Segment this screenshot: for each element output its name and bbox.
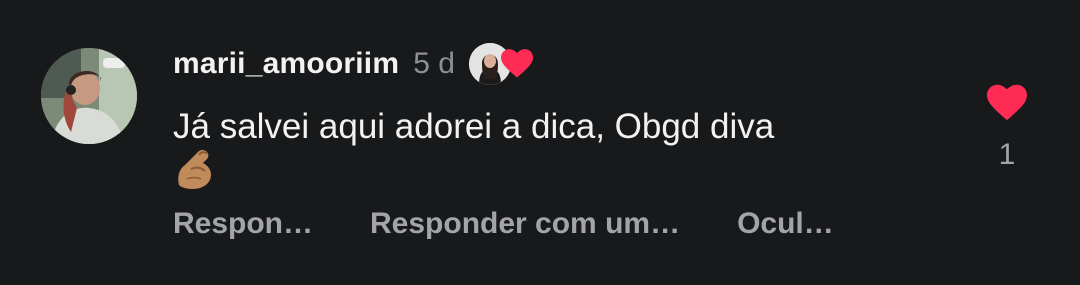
comment-item: marii_amooriim 5 d Já salvei aqui adorei… <box>0 0 1080 285</box>
avatar-photo <box>41 48 137 144</box>
comment-text: Já salvei aqui adorei a dica, Obgd diva <box>173 104 933 150</box>
creator-liked-badge <box>468 41 537 87</box>
avatar[interactable] <box>41 48 137 144</box>
pinched-fingers-emoji <box>178 149 211 189</box>
reply-with-video-button[interactable]: Responder com um… <box>370 207 680 241</box>
comment-header: marii_amooriim 5 d <box>173 41 537 87</box>
username[interactable]: marii_amooriim <box>173 47 399 81</box>
comment-actions: Respon… Responder com um… Ocul… <box>173 204 834 244</box>
creator-liked-heart-icon <box>500 49 533 78</box>
comment-text-line: Já salvei aqui adorei a dica, Obgd diva <box>173 107 775 146</box>
hide-button[interactable]: Ocul… <box>737 207 834 241</box>
reply-button[interactable]: Respon… <box>173 207 313 241</box>
timestamp: 5 d <box>413 47 455 80</box>
like-control: 1 <box>984 82 1030 172</box>
like-count: 1 <box>998 138 1016 171</box>
heart-icon[interactable] <box>985 82 1029 122</box>
